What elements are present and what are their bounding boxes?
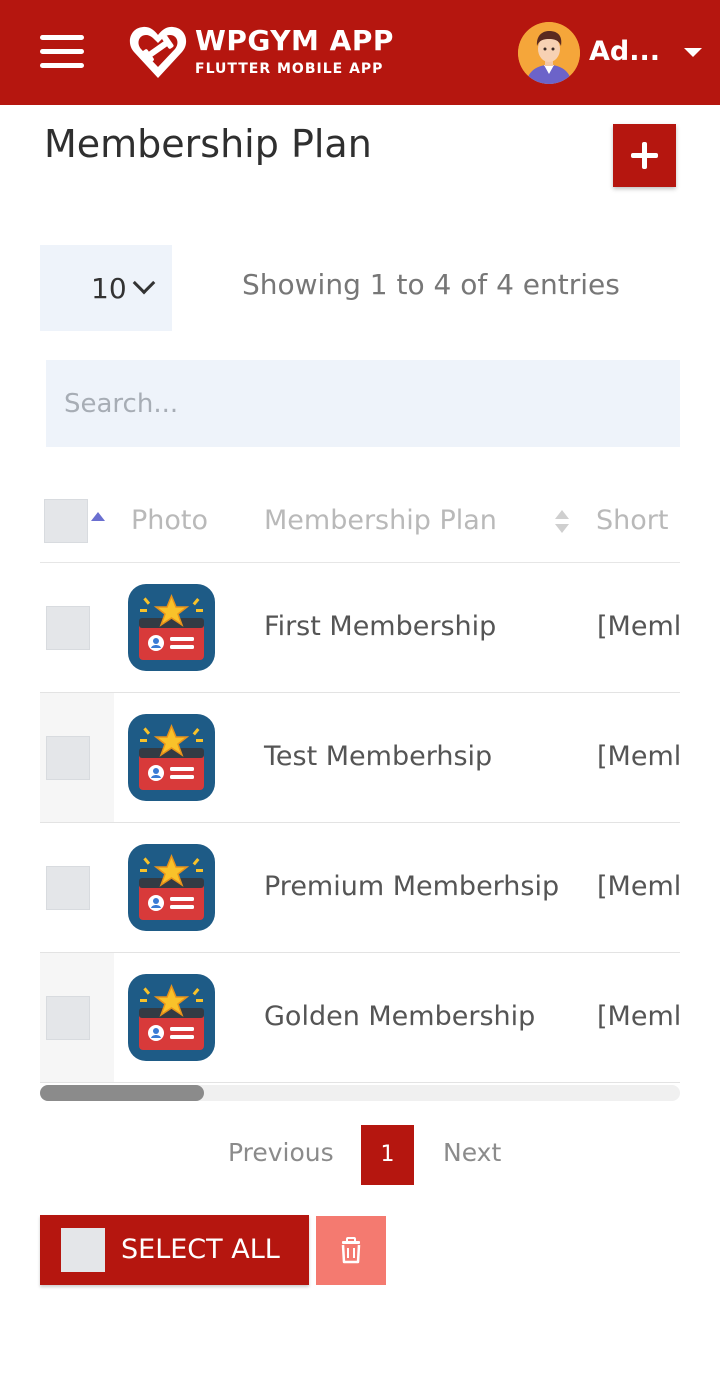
column-header-photo[interactable]: Photo [131, 480, 208, 562]
plan-name: Premium Memberhsip [264, 871, 560, 902]
short-description: [Meml [597, 741, 680, 772]
row-checkbox[interactable] [46, 736, 90, 780]
brand-title: WPGYM APP [195, 24, 394, 57]
short-description: [Meml [597, 611, 680, 642]
pagination-previous[interactable]: Previous [228, 1138, 334, 1167]
select-all-label: SELECT ALL [121, 1234, 280, 1265]
trash-icon [341, 1237, 361, 1264]
page-length-select[interactable]: 10 [40, 245, 172, 331]
row-checkbox[interactable] [46, 606, 90, 650]
membership-card-star-icon [128, 714, 215, 801]
horizontal-scrollbar-thumb[interactable] [40, 1085, 204, 1101]
plan-name: First Membership [264, 611, 497, 642]
pagination-next[interactable]: Next [443, 1138, 501, 1167]
membership-card-star-icon [128, 974, 215, 1061]
short-description: [Meml [597, 1001, 680, 1032]
sort-icon[interactable] [554, 510, 570, 536]
row-check-cell [40, 693, 114, 822]
app-header: WPGYM APP FLUTTER MOBILE APP Ad... [0, 0, 720, 105]
column-header-short[interactable]: Short [596, 480, 668, 562]
user-avatar-icon [518, 22, 580, 84]
add-membership-button[interactable] [613, 124, 676, 187]
membership-card-star-icon [128, 584, 215, 671]
table-row[interactable]: Test Memberhsip [Meml [40, 693, 680, 823]
table-row[interactable]: Golden Membership [Meml [40, 953, 680, 1083]
membership-card-star-icon [128, 844, 215, 931]
brand-subtitle: FLUTTER MOBILE APP [195, 61, 384, 77]
select-all-checkbox[interactable] [61, 1228, 105, 1272]
chevron-down-icon [132, 271, 156, 295]
table-row[interactable]: Premium Memberhsip [Meml [40, 823, 680, 953]
plan-name: Test Memberhsip [264, 741, 493, 772]
hamburger-menu-icon[interactable] [40, 35, 84, 69]
table-row[interactable]: First Membership [Meml [40, 563, 680, 693]
heart-dumbbell-logo [129, 26, 187, 78]
row-check-cell [40, 823, 114, 952]
user-name[interactable]: Ad... [589, 36, 660, 67]
sort-ascending-icon[interactable] [91, 512, 105, 521]
row-check-cell [40, 953, 114, 1082]
select-all-button[interactable]: SELECT ALL [40, 1215, 309, 1285]
avatar[interactable] [518, 22, 580, 84]
page-title: Membership Plan [44, 122, 372, 166]
header-select-checkbox[interactable] [44, 499, 88, 543]
search-input[interactable] [46, 360, 680, 447]
membership-table: Photo Membership Plan Short First Member… [40, 480, 680, 1084]
page-length-value: 10 [91, 272, 127, 305]
row-checkbox[interactable] [46, 866, 90, 910]
caret-down-icon[interactable] [684, 48, 702, 57]
row-check-cell [40, 563, 114, 692]
delete-button[interactable] [316, 1216, 386, 1285]
column-header-membership-plan[interactable]: Membership Plan [264, 480, 497, 562]
row-checkbox[interactable] [46, 996, 90, 1040]
plan-name: Golden Membership [264, 1001, 536, 1032]
short-description: [Meml [597, 871, 680, 902]
pagination-page-1[interactable]: 1 [361, 1125, 414, 1185]
entries-info: Showing 1 to 4 of 4 entries [242, 268, 620, 301]
